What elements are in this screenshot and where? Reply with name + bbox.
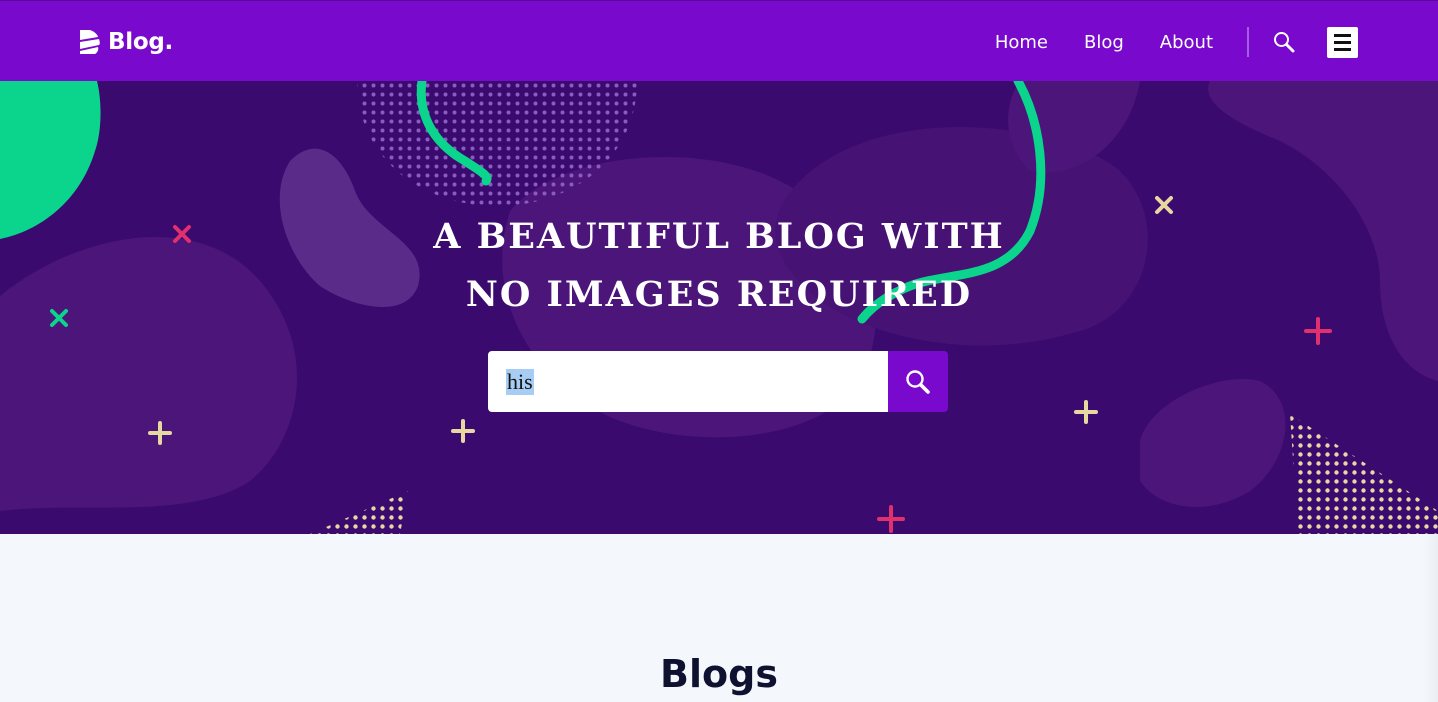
bg-blob	[0, 237, 298, 511]
bg-blob	[1208, 81, 1438, 381]
search-icon	[906, 369, 930, 394]
nav-about[interactable]: About	[1160, 32, 1213, 53]
nav-home[interactable]: Home	[995, 32, 1048, 53]
plus-mark	[451, 419, 475, 443]
menu-bar	[1334, 33, 1351, 37]
search-icon	[1274, 32, 1295, 53]
logo[interactable]: Blog.	[78, 26, 173, 58]
plus-mark	[1074, 400, 1098, 424]
logo-text: Blog.	[108, 29, 173, 55]
nav-divider	[1247, 27, 1249, 57]
hero-search-button[interactable]	[888, 351, 948, 412]
hero-title: A BEAUTIFUL BLOG WITH NO IMAGES REQUIRED	[433, 216, 1005, 315]
site-header: Blog. Home Blog About	[0, 0, 1438, 81]
header-search-button[interactable]	[1271, 29, 1297, 55]
menu-bar	[1334, 47, 1351, 51]
hero-banner: A BEAUTIFUL BLOG WITH NO IMAGES REQUIRED…	[0, 81, 1438, 534]
hero-search-input[interactable]: his	[488, 351, 888, 412]
bg-blob	[1140, 379, 1286, 508]
nav-blog[interactable]: Blog	[1084, 32, 1124, 53]
logo-icon	[80, 30, 100, 54]
dotted-triangle	[310, 491, 408, 534]
main-nav: Home Blog About	[995, 25, 1358, 59]
green-circle	[0, 81, 101, 239]
dotted-triangle	[1290, 414, 1438, 534]
plus-mark	[877, 505, 905, 533]
section-title-blogs: Blogs	[660, 652, 778, 696]
hero-search-form: his	[488, 351, 948, 412]
x-mark	[1155, 196, 1173, 214]
hamburger-menu-icon[interactable]	[1327, 26, 1358, 58]
menu-bar	[1334, 40, 1351, 44]
plus-mark	[1304, 317, 1332, 345]
x-mark	[173, 225, 191, 243]
search-input-value: his	[506, 368, 534, 395]
